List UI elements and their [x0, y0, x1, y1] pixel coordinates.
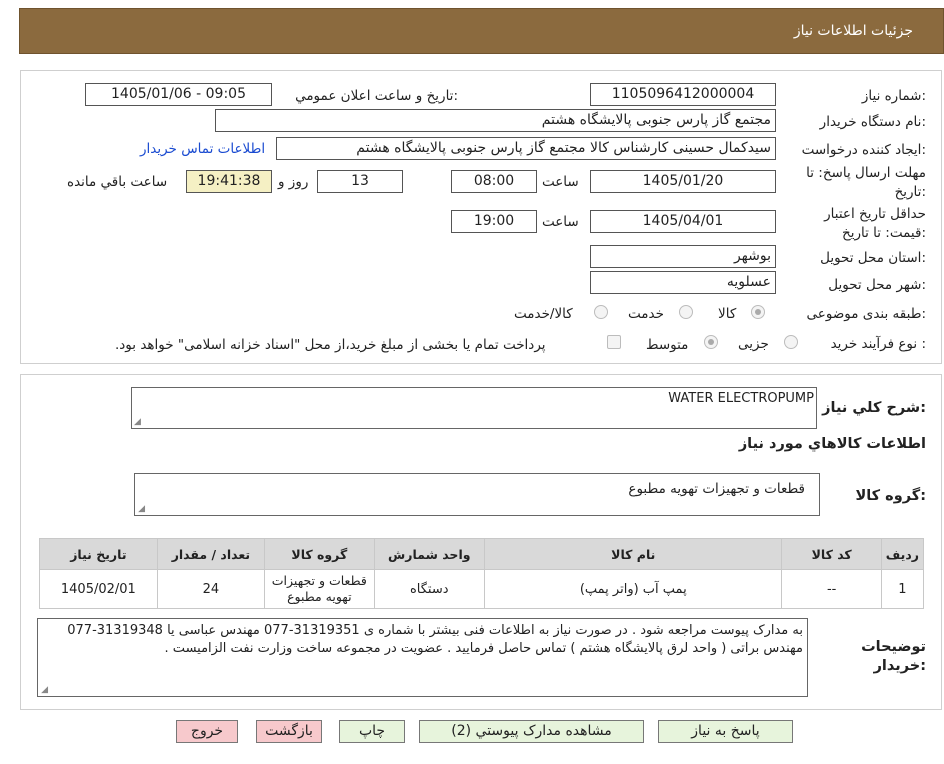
buyer-notes-textarea[interactable]: به مدارک پیوست مراجعه شود . در صورت نیاز… [37, 618, 808, 697]
need-number-field[interactable]: 1105096412000004 [590, 83, 776, 106]
col-item-code: کد کالا [781, 538, 882, 570]
deadline-label-line1: مهلت ارسال پاسخ: تا [806, 165, 926, 181]
process-option-partial: جزیی [738, 336, 769, 352]
col-need-date: تاریخ نیاز [39, 538, 158, 570]
category-radio-goods[interactable] [751, 305, 765, 319]
province-label: استان محل تحویل: [820, 250, 926, 266]
treasury-payment-note: پرداخت تمام یا بخشی از مبلغ خرید،از محل … [115, 337, 546, 353]
remaining-time-label: ساعت باقي مانده [67, 174, 168, 190]
validity-label-line2: قیمت: تا تاریخ: [841, 225, 926, 241]
goods-group-value: قطعات و تجهیزات تهویه مطبوع [628, 481, 805, 497]
need-number-label: شماره نیاز: [861, 88, 926, 104]
goods-group-label: گروه کالا: [855, 488, 926, 504]
announce-date-label: تاریخ و ساعت اعلان عمومي: [295, 88, 458, 104]
resize-grip-icon[interactable]: ◢ [40, 686, 48, 695]
buyer-contact-link[interactable]: اطلاعات تماس خریدار [140, 141, 265, 157]
category-option-both: کالا/خدمت [514, 306, 573, 322]
reply-to-need-button[interactable]: پاسخ به نیاز [658, 720, 793, 743]
category-label: طبقه بندی موضوعی: [806, 306, 926, 322]
category-radio-both[interactable] [594, 305, 608, 319]
back-button[interactable]: بازگشت [256, 720, 322, 743]
cell-item-code: -- [781, 569, 882, 609]
validity-time-field[interactable]: 19:00 [451, 210, 537, 233]
treasury-payment-checkbox[interactable] [607, 335, 621, 349]
buyer-notes-text: به مدارک پیوست مراجعه شود . در صورت نیاز… [67, 623, 803, 656]
category-option-service: خدمت [628, 306, 664, 322]
goods-group-textarea[interactable]: قطعات و تجهیزات تهویه مطبوع ◢ [134, 473, 820, 516]
summary-textarea[interactable]: WATER ELECTROPUMP ◢ [131, 387, 817, 429]
summary-label: شرح کلي نیاز: [822, 400, 926, 416]
deadline-label-line2: تاریخ: [894, 184, 926, 200]
process-type-label: نوع فرآیند خرید : [830, 336, 926, 352]
process-radio-partial[interactable] [784, 335, 798, 349]
cell-unit: دستگاه [373, 569, 486, 609]
view-attachments-button[interactable]: مشاهده مدارک پیوستي (2) [419, 720, 644, 743]
resize-grip-icon[interactable]: ◢ [134, 418, 142, 427]
table-row: 1 -- پمپ آب (واتر پمپ) دستگاه قطعات و تج… [39, 569, 925, 609]
announce-date-field[interactable]: 1405/01/06 - 09:05 [85, 83, 272, 106]
requester-field[interactable]: سیدکمال حسینی کارشناس کالا مجتمع گاز پار… [276, 137, 776, 160]
resize-grip-icon[interactable]: ◢ [137, 505, 145, 514]
city-field[interactable]: عسلویه [590, 271, 776, 294]
buyer-org-label: نام دستگاه خریدار: [819, 114, 926, 130]
days-label: روز و [278, 174, 309, 190]
process-option-medium: متوسط [646, 337, 689, 353]
print-button[interactable]: چاپ [339, 720, 405, 743]
city-label: شهر محل تحویل: [828, 277, 926, 293]
deadline-time-field[interactable]: 08:00 [451, 170, 537, 193]
buyer-notes-label-line2: خریدار: [873, 658, 926, 674]
goods-table: ردیف کد کالا نام کالا واحد شمارش گروه کا… [39, 538, 925, 609]
deadline-date-field[interactable]: 1405/01/20 [590, 170, 776, 193]
col-unit: واحد شمارش [373, 538, 486, 570]
province-field[interactable]: بوشهر [590, 245, 776, 268]
summary-value: WATER ELECTROPUMP [668, 391, 814, 406]
deadline-time-label: ساعت [542, 174, 579, 190]
cell-quantity: 24 [156, 569, 266, 609]
page-title: جزئیات اطلاعات نیاز [793, 23, 913, 39]
cell-item-name: پمپ آب (واتر پمپ) [484, 569, 783, 609]
page-header: جزئیات اطلاعات نیاز [19, 8, 944, 54]
col-row-number: ردیف [880, 538, 925, 570]
col-item-name: نام کالا [484, 538, 783, 570]
category-option-goods: کالا [718, 306, 737, 322]
exit-button[interactable]: خروج [176, 720, 238, 743]
category-radio-service[interactable] [679, 305, 693, 319]
col-quantity: تعداد / مقدار [156, 538, 266, 570]
cell-row-number: 1 [880, 569, 925, 609]
buyer-org-field[interactable]: مجتمع گاز پارس جنوبی پالایشگاه هشتم [215, 109, 776, 132]
goods-section-title: اطلاعات کالاهاي مورد نیاز [738, 436, 926, 452]
validity-time-label: ساعت [542, 214, 579, 230]
validity-label-line1: حداقل تاریخ اعتبار [824, 206, 926, 222]
col-item-group: گروه کالا [264, 538, 375, 570]
cell-need-date: 1405/02/01 [39, 569, 158, 609]
buyer-notes-label-line1: توضیحات [861, 639, 926, 655]
requester-label: ایجاد کننده درخواست: [801, 142, 926, 158]
validity-date-field[interactable]: 1405/04/01 [590, 210, 776, 233]
cell-item-group: قطعات و تجهیزات تهویه مطبوع [264, 569, 375, 609]
announce-date-value: 1405/01/06 - 09:05 [111, 86, 246, 102]
remaining-time-field: 19:41:38 [186, 170, 272, 193]
days-remaining-field[interactable]: 13 [317, 170, 403, 193]
process-radio-medium[interactable] [704, 335, 718, 349]
table-header-row: ردیف کد کالا نام کالا واحد شمارش گروه کا… [39, 538, 925, 570]
